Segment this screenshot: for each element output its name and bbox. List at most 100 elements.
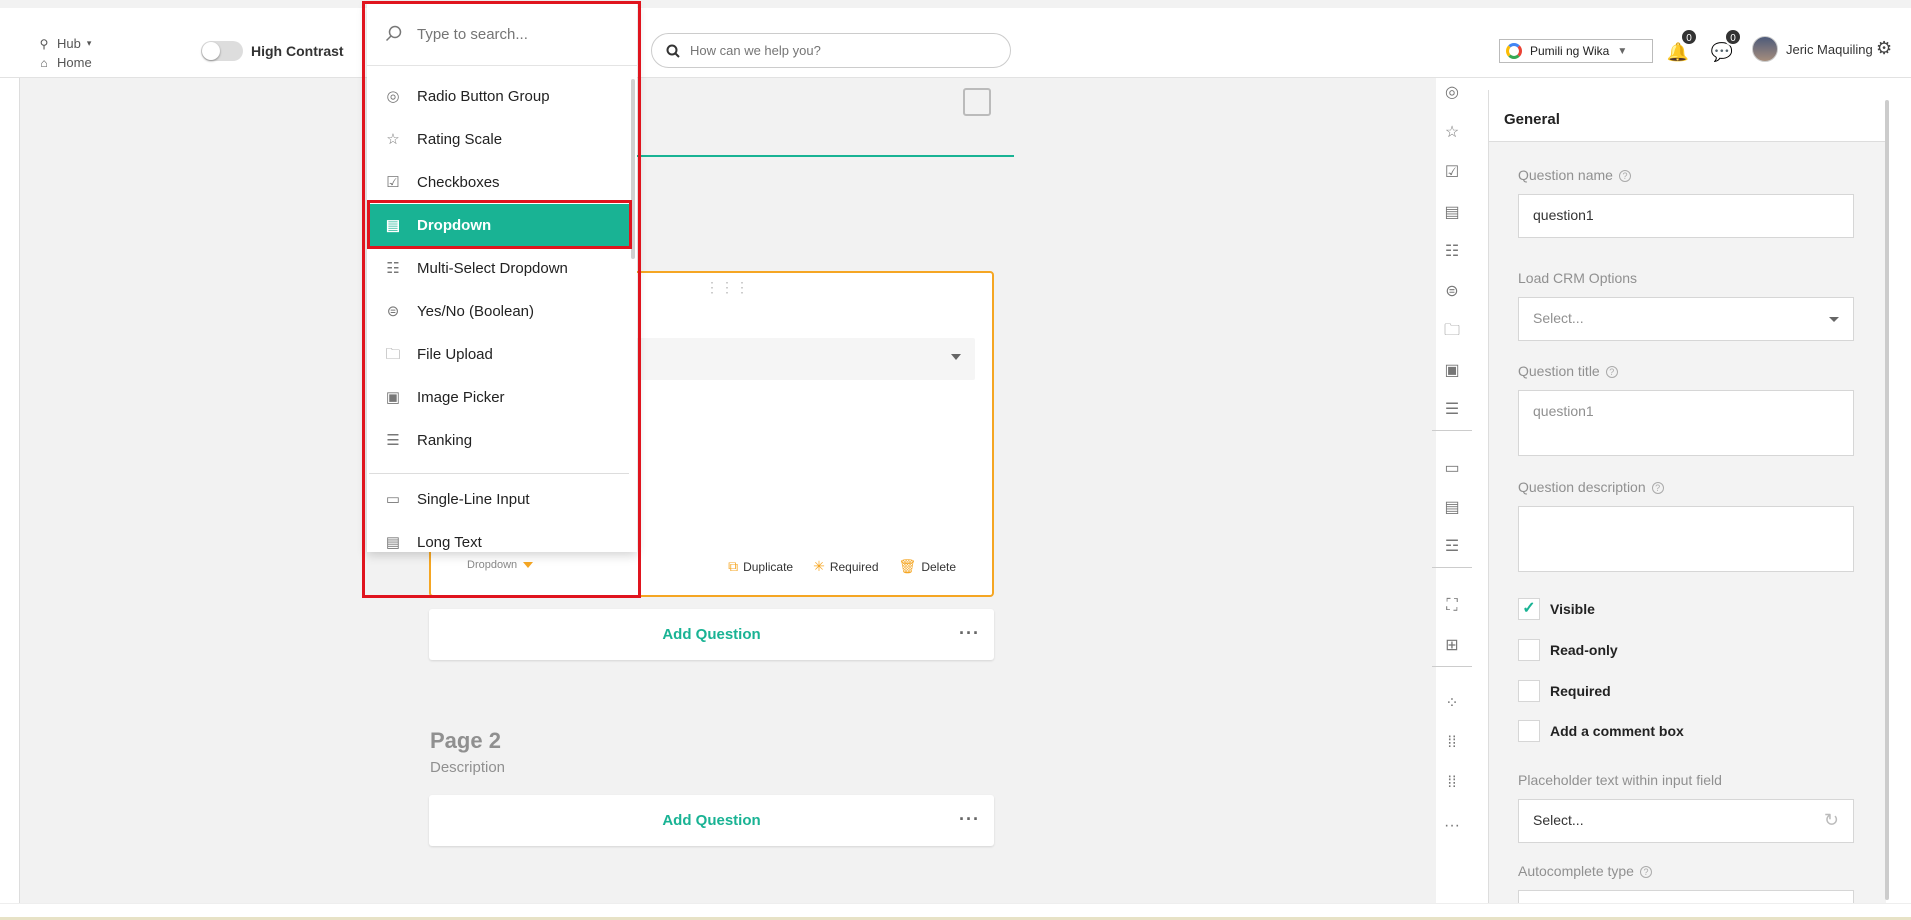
ranking-icon[interactable]: ☰ (1441, 399, 1463, 421)
highlight-frame (362, 1, 641, 598)
messages-badge: 0 (1724, 28, 1742, 46)
delete-label: Delete (921, 559, 956, 574)
highlight-selected-item (367, 200, 632, 249)
more-options-icon[interactable]: ··· (959, 623, 980, 644)
user-menu[interactable]: Jeric Maquiling (1752, 36, 1873, 62)
placeholder-text-input[interactable]: Select... ↻ (1518, 799, 1854, 843)
question-title-textarea[interactable]: question1 (1518, 390, 1854, 456)
autocomplete-select[interactable] (1518, 890, 1854, 903)
matrix-icon[interactable]: ⁘ (1441, 693, 1463, 715)
star-icon[interactable]: ☆ (1441, 122, 1463, 144)
toggle-track[interactable] (201, 41, 243, 61)
question-description-textarea[interactable] (1518, 506, 1854, 572)
help-icon[interactable]: ? (1605, 366, 1618, 378)
messages-button[interactable]: 💬 0 (1710, 28, 1742, 64)
notifications-button[interactable]: 🔔 0 (1666, 28, 1698, 64)
chevron-down-icon (951, 354, 961, 360)
question-description-label: Question description? (1518, 479, 1664, 495)
expand-icon[interactable]: ⛶ (1441, 595, 1463, 617)
question-name-input[interactable]: question1 (1518, 194, 1854, 238)
hub-label: Hub (57, 36, 81, 51)
required-checkbox[interactable]: Required (1518, 680, 1611, 702)
drag-handle-icon[interactable]: ⋮⋮⋮ (705, 279, 750, 296)
add-panel-icon[interactable]: ⊞ (1441, 635, 1463, 657)
read-only-label: Read-only (1550, 642, 1618, 658)
panel-scrollbar[interactable] (1885, 100, 1889, 900)
image-placeholder-icon[interactable] (963, 88, 991, 116)
dropdown-icon[interactable]: ▤ (1441, 202, 1463, 224)
help-search-input[interactable] (690, 43, 970, 58)
help-icon[interactable]: ? (1639, 866, 1652, 878)
chevron-down-icon (1829, 317, 1839, 322)
checkbox-box[interactable] (1518, 720, 1540, 742)
add-question-label: Add Question (662, 812, 761, 829)
language-label: Pumili ng Wika (1530, 44, 1610, 58)
long-text-icon[interactable]: ▤ (1441, 497, 1463, 519)
hub-menu[interactable]: ⚲ Hub ▾ (37, 34, 92, 53)
duplicate-button[interactable]: ⧉ Duplicate (728, 558, 793, 575)
home-link[interactable]: ⌂ Home (37, 53, 92, 72)
asterisk-icon: ✳ (813, 558, 825, 574)
folder-icon[interactable]: 🗀 (1441, 320, 1463, 342)
user-name: Jeric Maquiling (1786, 41, 1873, 57)
notifications-badge: 0 (1680, 28, 1698, 46)
help-search[interactable] (651, 33, 1011, 68)
image-picker-icon[interactable]: ▣ (1441, 360, 1463, 382)
toggle-knob (202, 42, 220, 60)
autocomplete-label-text: Autocomplete type (1518, 863, 1634, 879)
matrix-dynamic-icon[interactable]: ⁞⁞ (1441, 772, 1463, 794)
language-select[interactable]: Pumili ng Wika ▼ (1499, 39, 1653, 63)
hub-nav: ⚲ Hub ▾ ⌂ Home (37, 34, 92, 72)
properties-panel: General Question name? question1 Load CR… (1488, 90, 1887, 903)
multiple-text-icon[interactable]: ☲ (1441, 536, 1463, 558)
required-button[interactable]: ✳ Required (813, 558, 878, 575)
more-options-icon[interactable]: ··· (959, 809, 980, 830)
required-label: Required (1550, 683, 1611, 699)
checkbox-icon[interactable]: ☑ (1441, 162, 1463, 184)
more-toolbox-icon[interactable]: ··· (1441, 815, 1463, 837)
visible-checkbox[interactable]: ✓ Visible (1518, 598, 1595, 620)
text-input-icon[interactable]: ▭ (1441, 458, 1463, 480)
home-label: Home (57, 55, 92, 70)
question-title-label: Question title? (1518, 363, 1618, 379)
comment-box-label: Add a comment box (1550, 723, 1684, 739)
placeholder-text-value: Select... (1533, 812, 1584, 828)
checkmark-icon[interactable]: ✓ (1518, 598, 1540, 620)
toolbox-divider (1432, 666, 1472, 667)
multiselect-icon[interactable]: ☷ (1441, 241, 1463, 263)
toolbox-divider (1432, 430, 1472, 431)
radio-icon[interactable]: ◎ (1441, 82, 1463, 104)
add-question-button[interactable]: Add Question ··· (429, 609, 994, 660)
load-crm-value: Select... (1533, 310, 1584, 326)
page2-description[interactable]: Description (430, 759, 505, 776)
high-contrast-toggle[interactable]: High Contrast (201, 41, 344, 61)
question-dropdown-preview[interactable] (591, 338, 975, 380)
checkbox-box[interactable] (1518, 639, 1540, 661)
toolbox-divider (1432, 567, 1472, 568)
caret-down-icon: ▼ (1617, 45, 1628, 57)
add-question-button-page2[interactable]: Add Question ··· (429, 795, 994, 846)
comment-box-checkbox[interactable]: Add a comment box (1518, 720, 1684, 742)
question-description-label-text: Question description (1518, 479, 1646, 495)
gear-icon[interactable]: ⚙ (1876, 38, 1892, 59)
help-icon[interactable]: ? (1651, 482, 1664, 494)
trash-icon: 🗑 (898, 558, 917, 574)
help-icon[interactable]: ? (1618, 170, 1631, 182)
duplicate-label: Duplicate (743, 559, 794, 574)
question-toolbox: ◎ ☆ ☑ ▤ ☷ ⊜ 🗀 ▣ ☰ ▭ ▤ ☲ ⛶ ⊞ ⁘ ⁞⁞ ⁞⁞ ··· (1430, 78, 1474, 838)
question-title-label-text: Question title (1518, 363, 1600, 379)
tab-general[interactable]: General (1489, 90, 1887, 142)
avatar (1752, 36, 1778, 62)
checkbox-box[interactable] (1518, 680, 1540, 702)
chevron-down-icon: ▾ (86, 38, 92, 48)
reset-icon[interactable]: ↻ (1824, 810, 1839, 831)
required-label: Required (829, 559, 879, 574)
matrix-dropdown-icon[interactable]: ⁞⁞ (1441, 732, 1463, 754)
left-edge (0, 78, 20, 903)
read-only-checkbox[interactable]: Read-only (1518, 639, 1618, 661)
load-crm-select[interactable]: Select... (1518, 297, 1854, 341)
boolean-icon[interactable]: ⊜ (1441, 281, 1463, 303)
page2-title[interactable]: Page 2 (430, 728, 501, 754)
delete-button[interactable]: 🗑 Delete (899, 558, 956, 575)
question-name-label-text: Question name (1518, 167, 1613, 183)
